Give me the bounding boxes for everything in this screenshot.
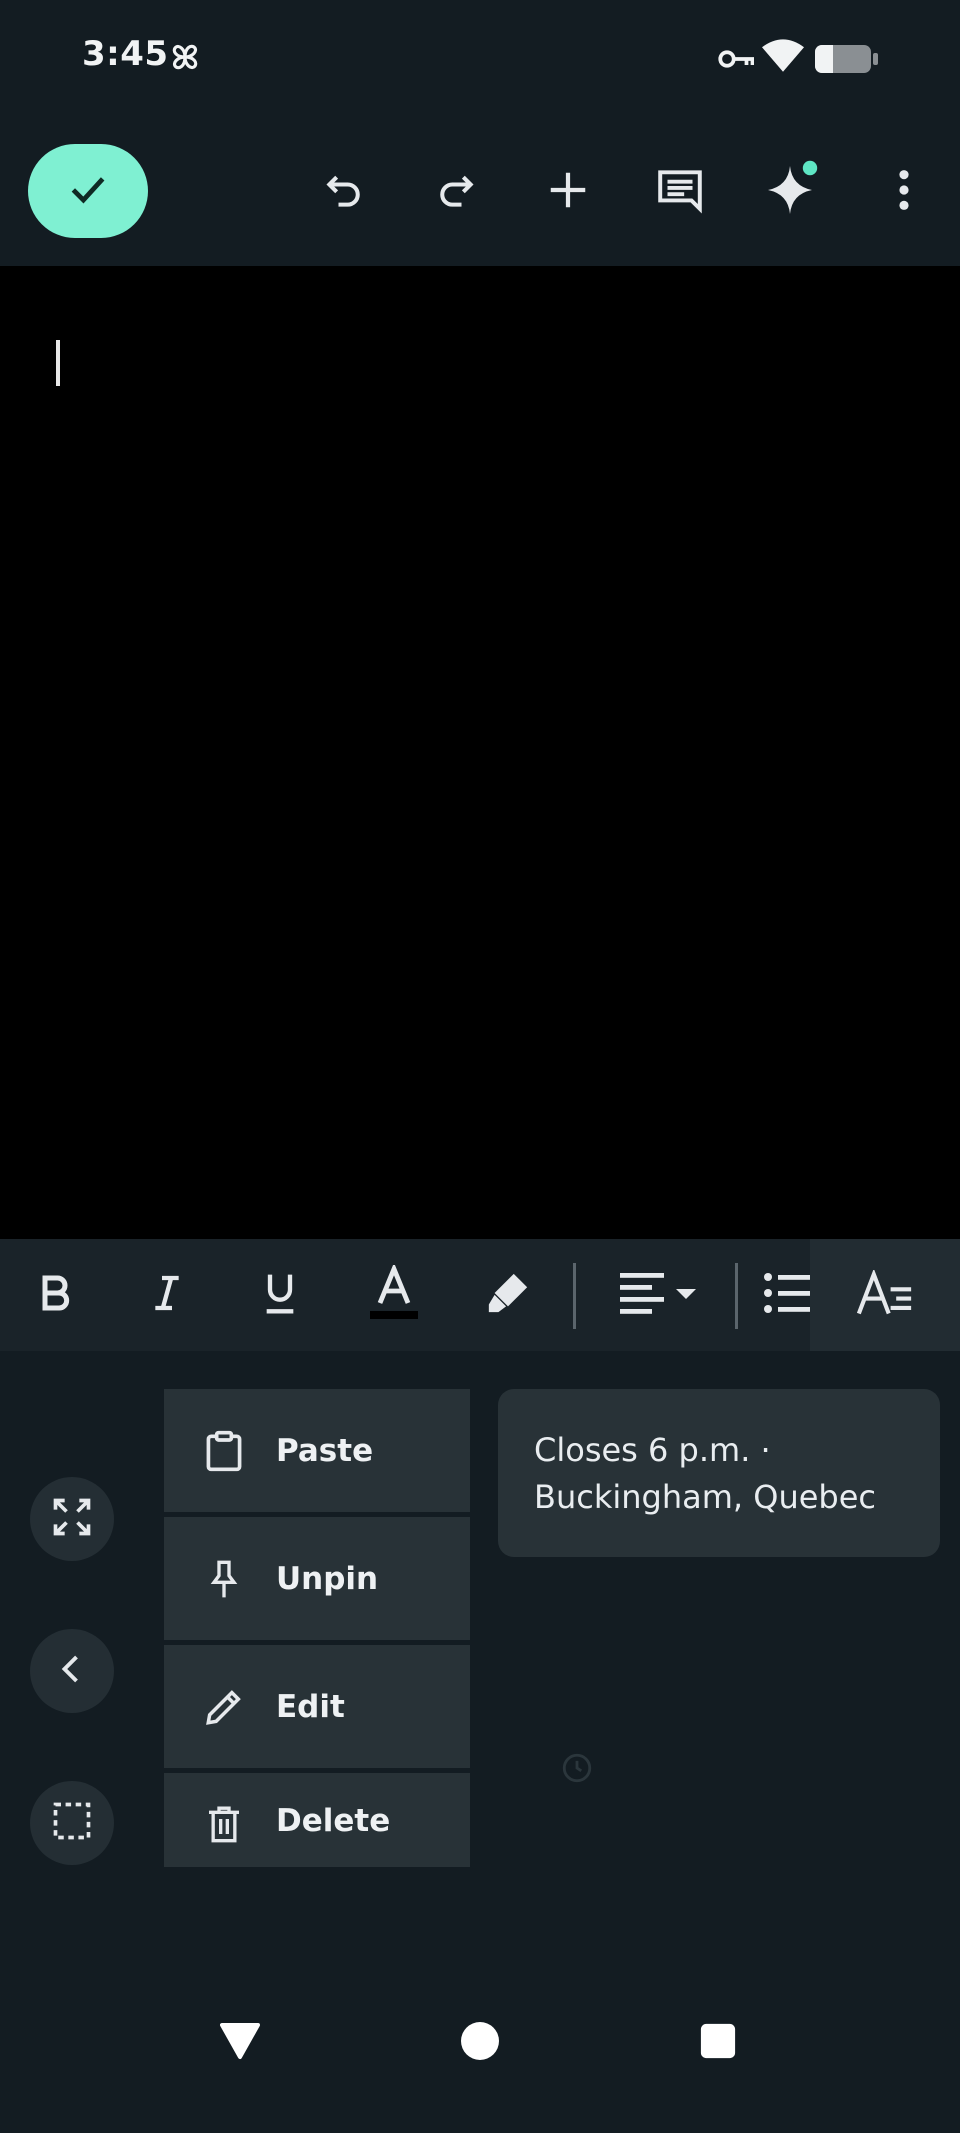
clip-item-card[interactable]: Closes 6 p.m. · Buckingham, Quebec <box>498 1389 940 1557</box>
menu-item-label: Paste <box>276 1432 374 1469</box>
menu-item-edit[interactable]: Edit <box>164 1645 470 1768</box>
bulleted-list-button[interactable] <box>762 1253 812 1337</box>
pencil-icon <box>164 1686 284 1728</box>
text-style-icon <box>856 1268 913 1320</box>
add-button[interactable] <box>530 154 606 230</box>
text-color-button[interactable] <box>352 1253 436 1337</box>
menu-item-paste[interactable]: Paste <box>164 1389 470 1512</box>
back-chevron-icon <box>54 1651 90 1691</box>
align-icon <box>620 1271 704 1319</box>
wifi-icon <box>762 38 804 78</box>
status-bar: 3:45 <box>0 0 960 120</box>
expand-button[interactable] <box>30 1477 114 1561</box>
vpn-key-icon <box>718 44 755 78</box>
done-button[interactable] <box>28 144 148 238</box>
recents-square-icon[interactable] <box>700 2023 736 2063</box>
italic-icon <box>147 1273 187 1317</box>
highlight-button[interactable] <box>466 1253 550 1337</box>
back-triangle-icon[interactable] <box>220 2021 260 2065</box>
menu-item-label: Unpin <box>276 1560 379 1597</box>
menu-item-delete[interactable]: Delete <box>164 1773 470 1867</box>
text-cursor <box>56 340 60 386</box>
toolbar-divider <box>735 1263 738 1329</box>
align-button[interactable] <box>612 1253 712 1337</box>
done-check-icon <box>66 167 110 215</box>
status-time: 3:45 <box>82 34 169 74</box>
undo-button[interactable] <box>306 154 382 230</box>
comment-button[interactable] <box>642 154 718 230</box>
home-circle-icon[interactable] <box>460 2021 500 2065</box>
underline-button[interactable] <box>238 1253 322 1337</box>
clipboard-icon <box>164 1429 284 1473</box>
trash-icon <box>164 1803 284 1845</box>
background-clip-preview <box>560 1751 594 1792</box>
underline-icon <box>260 1271 300 1319</box>
select-button[interactable] <box>30 1781 114 1865</box>
more-vert-icon <box>896 167 912 217</box>
bold-button[interactable] <box>13 1253 97 1337</box>
battery-icon <box>814 44 880 78</box>
menu-item-unpin[interactable]: Unpin <box>164 1517 470 1640</box>
add-icon <box>545 167 591 217</box>
back-button[interactable] <box>30 1629 114 1713</box>
toolbar-divider <box>573 1263 576 1329</box>
menu-item-label: Delete <box>276 1803 391 1839</box>
bulleted-list-icon <box>762 1271 810 1319</box>
top-app-bar <box>0 120 960 266</box>
text-color-icon <box>366 1262 422 1325</box>
clipboard-panel: Paste Unpin Edit Delete Closes 6 p.m. · … <box>0 1351 960 1971</box>
highlight-icon <box>485 1270 531 1320</box>
italic-button[interactable] <box>125 1253 209 1337</box>
undo-icon <box>322 168 366 216</box>
clip-context-menu: Paste Unpin Edit Delete <box>164 1389 470 1867</box>
more-options-button[interactable] <box>866 154 942 230</box>
pin-icon <box>164 1557 284 1601</box>
clip-item-text: Closes 6 p.m. · Buckingham, Quebec <box>534 1431 876 1516</box>
menu-item-label: Edit <box>276 1688 345 1725</box>
text-style-button[interactable] <box>810 1239 960 1351</box>
bold-icon <box>35 1273 75 1317</box>
gemini-button[interactable] <box>754 154 830 230</box>
redo-button[interactable] <box>418 154 494 230</box>
comment-icon <box>655 165 705 219</box>
navigation-bar <box>0 1971 960 2133</box>
pinwheel-icon <box>166 38 204 80</box>
gemini-sparkle-icon <box>762 160 822 224</box>
expand-icon <box>50 1495 94 1543</box>
select-icon <box>50 1799 94 1847</box>
redo-icon <box>434 168 478 216</box>
format-toolbar <box>0 1239 960 1351</box>
document-editor[interactable] <box>0 266 960 1239</box>
